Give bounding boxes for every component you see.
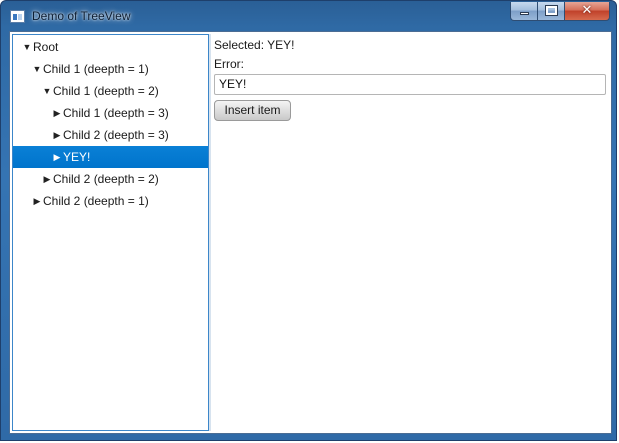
app-window: Demo of TreeView ✕ ▼ Root ▼ Child 1 (deepth… [0, 0, 617, 441]
tree-item[interactable]: ▶ Child 2 (deepth = 1) [13, 190, 208, 212]
tree-item-label: Child 2 (deepth = 1) [43, 194, 149, 208]
tree-item-label: Child 2 (deepth = 2) [53, 172, 159, 186]
tree-view[interactable]: ▼ Root ▼ Child 1 (deepth = 1) ▼ Child 1 (deep… [12, 34, 209, 431]
expanded-arrow-icon[interactable]: ▼ [42, 80, 52, 102]
collapsed-arrow-icon[interactable]: ▶ [52, 102, 62, 124]
tree-item[interactable]: ▼ Root [13, 36, 208, 58]
window-title: Demo of TreeView [32, 9, 131, 23]
selected-label: Selected: YEY! [214, 38, 295, 52]
tree-item-label: Child 2 (deepth = 3) [63, 128, 169, 142]
tree-item-label: YEY! [63, 150, 91, 164]
minimize-button[interactable] [510, 2, 537, 21]
client-area: ▼ Root ▼ Child 1 (deepth = 1) ▼ Child 1 (deep… [9, 31, 612, 434]
tree-item-label: Root [33, 40, 59, 54]
tree-item-label: Child 1 (deepth = 3) [63, 106, 169, 120]
maximize-icon [545, 5, 558, 16]
details-panel: Selected: YEY! Error: YEY! Insert item [213, 34, 609, 431]
tree-item-label: Child 1 (deepth = 2) [53, 84, 159, 98]
tree-item[interactable]: ▼ Child 1 (deepth = 1) [13, 58, 208, 80]
close-icon: ✕ [581, 3, 593, 18]
app-icon[interactable] [10, 10, 25, 23]
collapsed-arrow-icon[interactable]: ▶ [32, 190, 42, 212]
expanded-arrow-icon[interactable]: ▼ [32, 58, 42, 80]
tree-item[interactable]: ▶ Child 2 (deepth = 3) [13, 124, 208, 146]
tree-item[interactable]: ▶ Child 2 (deepth = 2) [13, 168, 208, 190]
minimize-icon [520, 12, 529, 15]
expanded-arrow-icon[interactable]: ▼ [22, 36, 32, 58]
collapsed-arrow-icon[interactable]: ▶ [52, 124, 62, 146]
collapsed-arrow-icon[interactable]: ▶ [42, 168, 52, 190]
error-label: Error: [214, 57, 244, 71]
insert-item-button[interactable]: Insert item [214, 100, 291, 121]
split-divider[interactable] [209, 34, 211, 431]
tree-item[interactable]: ▼ Child 1 (deepth = 2) [13, 80, 208, 102]
item-name-input[interactable]: YEY! [214, 74, 606, 95]
maximize-button[interactable] [537, 2, 564, 21]
caption-buttons: ✕ [510, 2, 610, 22]
collapsed-arrow-icon[interactable]: ▶ [52, 146, 62, 168]
tree-item[interactable]: ▶ Child 1 (deepth = 3) [13, 102, 208, 124]
tree-item-label: Child 1 (deepth = 1) [43, 62, 149, 76]
tree-item[interactable]: ▶ YEY! [13, 146, 208, 168]
close-button[interactable]: ✕ [564, 2, 610, 21]
title-bar[interactable]: Demo of TreeView ✕ [1, 1, 616, 31]
